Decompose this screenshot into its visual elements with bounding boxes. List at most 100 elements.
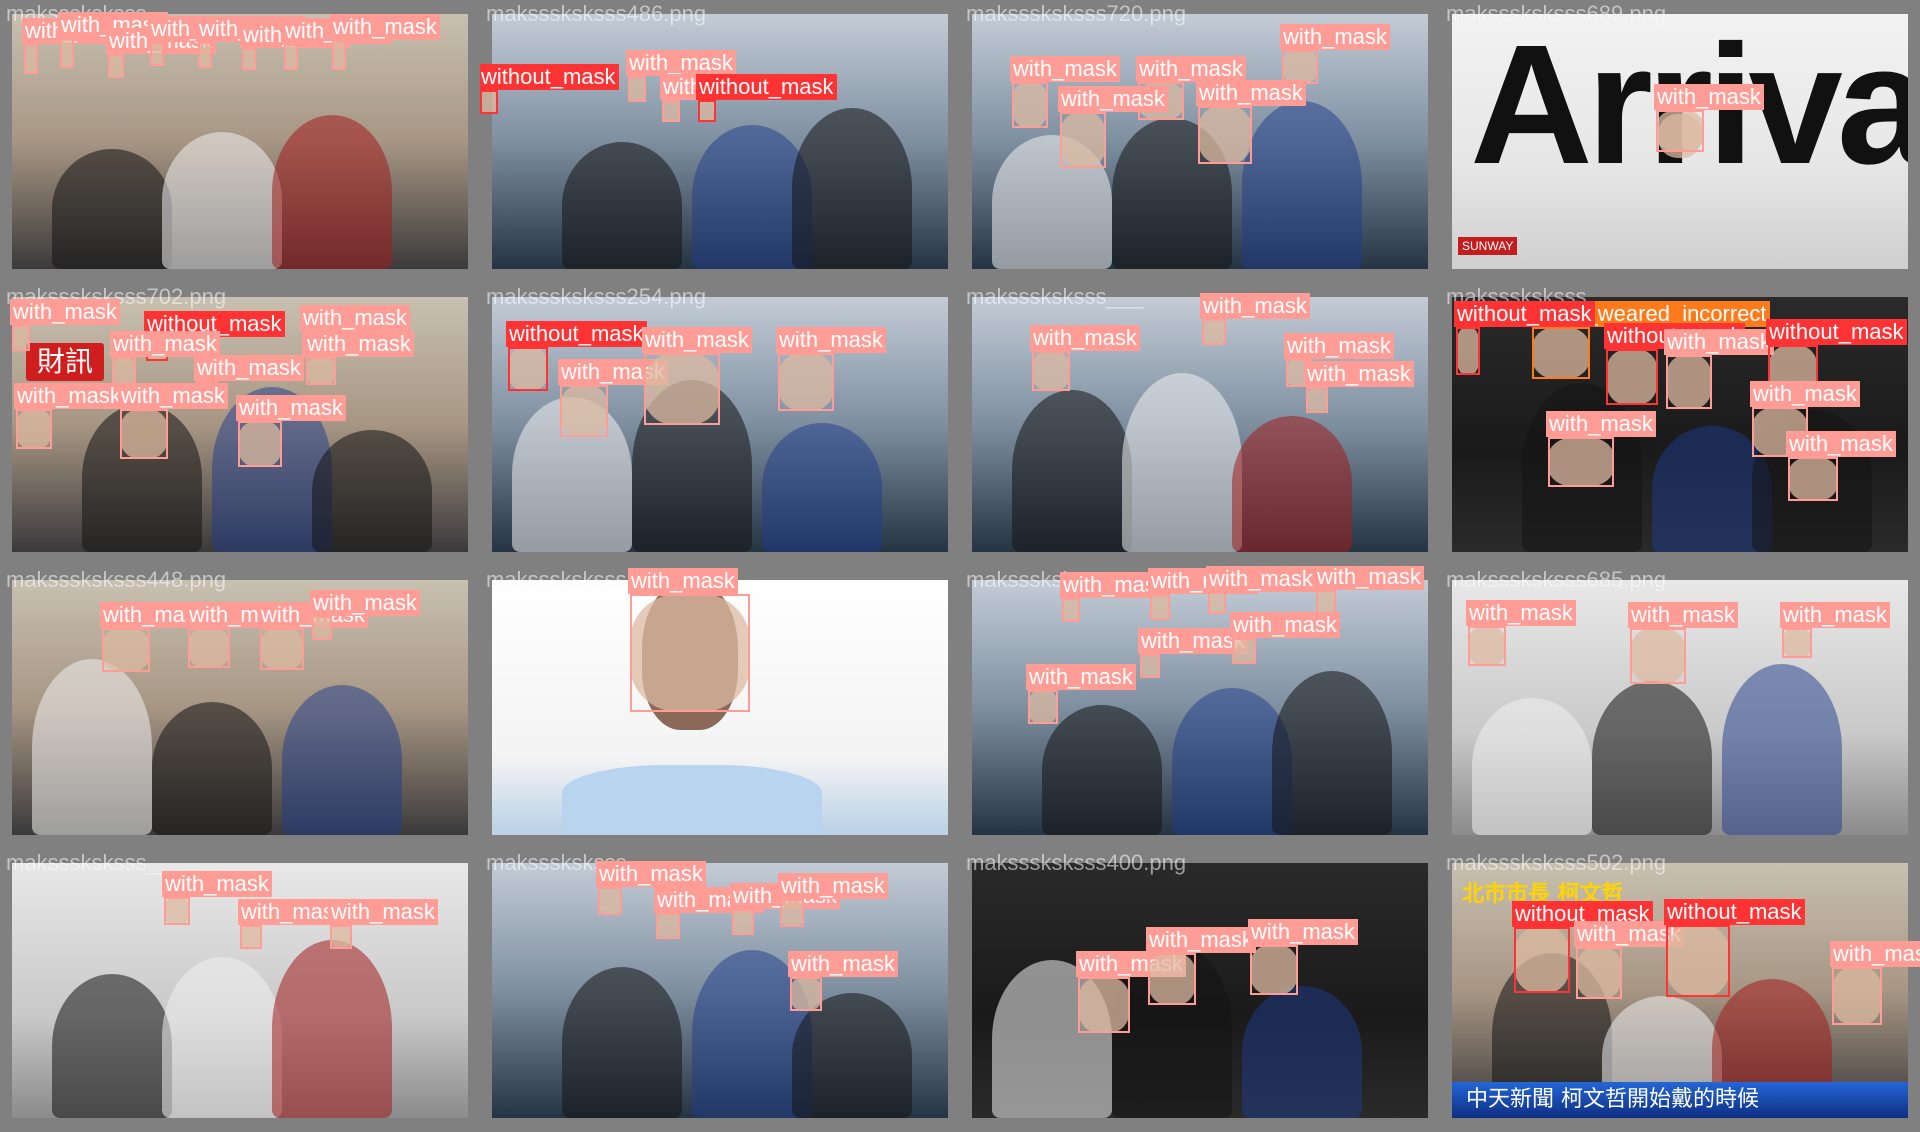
bounding-box	[1078, 977, 1130, 1033]
bounding-box	[790, 977, 822, 1011]
class-label: with_mask	[1314, 566, 1424, 590]
class-label: with_mask	[1780, 602, 1890, 628]
class-label: with_mask	[1136, 56, 1246, 82]
result-tile: ArrivalsSUNWAYmaksssksksss689.pngwith_ma…	[1440, 0, 1920, 283]
detection-box: with_mask	[1030, 325, 1140, 391]
bounding-box	[1576, 947, 1622, 999]
bounding-box	[242, 48, 256, 70]
bounding-box	[1140, 654, 1160, 678]
class-label: with_mask	[1546, 411, 1656, 437]
detection-box: with_mask	[330, 14, 440, 70]
class-label: with_mask	[1230, 612, 1340, 638]
bounding-box	[260, 628, 304, 670]
person-silhouette	[562, 142, 682, 269]
bounding-box	[662, 100, 680, 122]
detection-box: with_mask	[1206, 566, 1316, 614]
result-tile: maksssksksss___with_maskwith_maskwith_ma…	[960, 566, 1440, 849]
detection-box: with_mask	[1248, 919, 1358, 995]
bounding-box	[198, 42, 212, 68]
detection-box: with_mask	[258, 602, 368, 670]
result-tile: maksssksksss486.png without_mask without_m…	[480, 0, 960, 283]
class-label: with_mask	[330, 14, 440, 40]
bounding-box	[102, 628, 150, 672]
image-filename: maksssksksss448.png	[6, 567, 227, 592]
class-label: with_mask	[10, 299, 120, 325]
detection-box: with_mask	[778, 873, 888, 927]
bounding-box	[188, 628, 230, 668]
detection-box: with_mask	[10, 299, 120, 351]
person-silhouette	[1242, 101, 1362, 269]
detection-box: with_mask	[240, 22, 350, 70]
person-silhouette	[1012, 390, 1132, 552]
detection-box: with_mask	[730, 883, 840, 935]
detection-box: with_mask	[100, 602, 210, 672]
result-tile: maksssksksss448.png with_mask with_mask wit…	[0, 566, 480, 849]
bounding-box	[1062, 598, 1080, 622]
image-filename: maksssksksss254.png	[486, 284, 707, 309]
detection-box: with_mask	[1780, 602, 1890, 658]
detection-box: with_mask	[58, 12, 168, 68]
bounding-box	[628, 76, 646, 102]
detection-box: with_mask	[238, 899, 348, 949]
magazine-logo: 財訊	[26, 343, 104, 381]
detection-box: with_mask	[304, 331, 414, 385]
class-label: with_mask	[194, 355, 304, 381]
detection-box: without_mask	[1604, 323, 1745, 405]
class-label: with_mask	[1200, 293, 1310, 319]
class-label: with_mask	[626, 50, 736, 76]
detection-box: with_mask	[1196, 80, 1306, 164]
detection-box: with_mask	[1628, 602, 1738, 684]
bounding-box	[12, 325, 30, 351]
bounding-box	[1666, 355, 1712, 409]
bounding-box	[780, 899, 804, 927]
person-silhouette	[1042, 705, 1162, 835]
class-label: with_mask	[110, 331, 220, 357]
result-tile: maksssksksss___with_maskwith_maskwith_ma…	[960, 283, 1440, 566]
bounding-box	[60, 38, 74, 68]
bounding-box	[1788, 457, 1838, 501]
bounding-box	[1666, 925, 1730, 997]
detection-box: with_mask	[236, 395, 346, 467]
detection-box: with_mask	[162, 871, 272, 925]
bounding-box	[1148, 953, 1196, 1005]
detection-box: without_mask	[506, 321, 647, 391]
detection-box: with_mask	[328, 899, 438, 949]
detection-box: with_mask	[1060, 572, 1170, 622]
class-label: with_mask	[236, 395, 346, 421]
bounding-box	[150, 42, 164, 66]
detection-box: with_mask	[654, 887, 764, 939]
class-label: with_mask	[1664, 329, 1774, 355]
detection-box: with_mask	[1230, 612, 1340, 664]
detection-box: without_mask	[1664, 899, 1805, 997]
bounding-box	[1032, 351, 1070, 391]
detection-box: without_mask	[1512, 901, 1653, 993]
bounding-box	[644, 353, 720, 425]
person-silhouette	[1722, 664, 1842, 835]
detection-box: without_mask	[696, 74, 837, 122]
bounding-box	[1202, 319, 1226, 345]
bounding-box	[778, 353, 834, 411]
detection-box: without_mask	[1454, 301, 1595, 375]
detection-box: with_mask	[1574, 921, 1684, 999]
class-label: with_mask	[118, 383, 228, 409]
detection-box: with_mask	[628, 568, 750, 712]
image-filename: maksssksksss486.png	[486, 1, 707, 26]
bounding-box	[1630, 628, 1686, 684]
class-label: with_mask	[1830, 941, 1920, 967]
class-label: with_mask	[328, 899, 438, 925]
detection-box: with_mask	[626, 50, 736, 102]
detection-results-grid: maksssksksss___with_maskwith_maskwith_ma…	[0, 0, 1920, 1132]
result-tile: maksssksksss720.png with_mask with_mask wit…	[960, 0, 1440, 283]
bounding-box	[630, 594, 750, 712]
class-label: with_mask	[596, 861, 706, 887]
bounding-box	[656, 913, 680, 939]
bounding-box	[312, 616, 332, 640]
bounding-box	[1514, 927, 1570, 993]
bounding-box	[1832, 967, 1882, 1025]
image-filename: maksssksksss___	[966, 284, 1144, 309]
detection-box: with_mask	[558, 359, 668, 437]
bounding-box	[1606, 349, 1658, 405]
detection-box: with_mask	[22, 18, 132, 74]
class-label: with_mask	[162, 871, 272, 897]
person-silhouette	[152, 702, 272, 835]
